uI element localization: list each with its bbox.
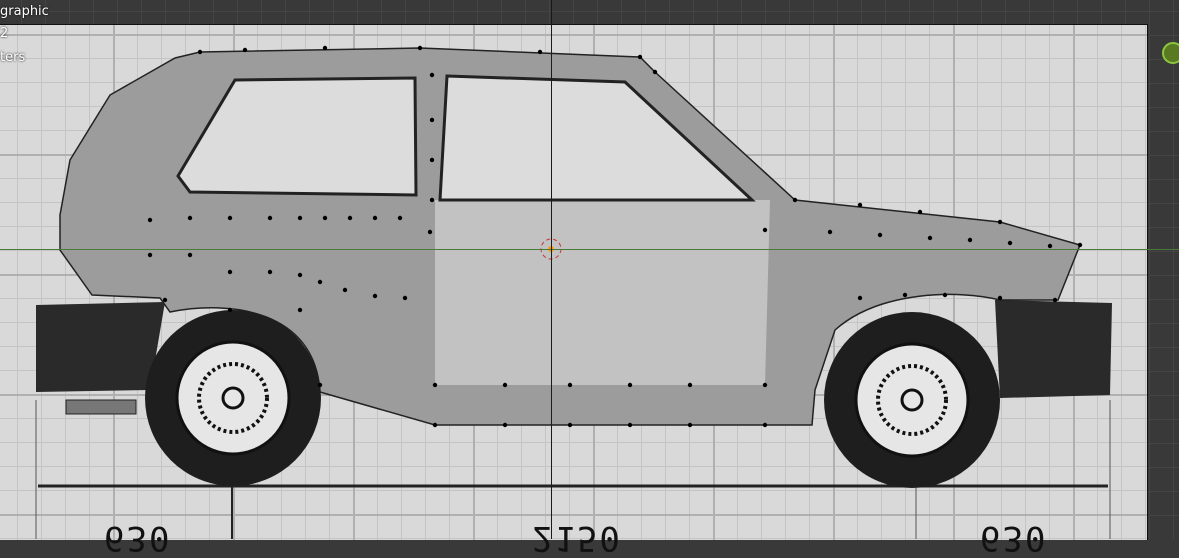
mesh-vertex [567, 382, 573, 388]
mesh-vertex [429, 197, 435, 203]
mesh-vertex [147, 252, 153, 258]
mesh-vertex [402, 295, 408, 301]
mesh-vertex [502, 422, 508, 428]
mesh-vertex [227, 215, 233, 221]
dimension-label-front: 630 [980, 518, 1048, 558]
car-scene [35, 45, 1112, 539]
mesh-vertex [317, 382, 323, 388]
door-panel [435, 200, 770, 385]
front-wheel [824, 312, 1000, 488]
collection-info: 2 [0, 26, 9, 41]
mesh-vertex [227, 307, 233, 313]
mesh-vertex [397, 215, 403, 221]
mesh-vertex [902, 292, 908, 298]
mesh-vertex [372, 293, 378, 299]
mesh-vertex [637, 54, 643, 60]
mesh-vertex [942, 292, 948, 298]
view-center-line [551, 0, 552, 539]
units-info: ters [0, 50, 26, 65]
mesh-vertex [567, 422, 573, 428]
mesh-vertex [927, 235, 933, 241]
mesh-vertex [857, 202, 863, 208]
mesh-vertex [267, 269, 273, 275]
mesh-vertex [1007, 240, 1013, 246]
rear-wheel [145, 310, 321, 486]
mesh-vertex [227, 269, 233, 275]
mesh-vertex [322, 45, 328, 51]
mesh-vertex [417, 45, 423, 51]
mesh-vertex [1052, 297, 1058, 303]
rear-bumper [36, 302, 165, 392]
mesh-vertex [997, 219, 1003, 225]
mesh-vertex [792, 197, 798, 203]
mesh-vertex [762, 422, 768, 428]
mesh-vertex [162, 297, 168, 303]
x-axis-line [0, 249, 1179, 250]
mesh-vertex [857, 295, 863, 301]
navigation-gizmo-icon[interactable] [1162, 42, 1179, 64]
mesh-vertex [432, 422, 438, 428]
mesh-vertex [297, 307, 303, 313]
dimension-label-wheelbase: 2150 [532, 518, 622, 558]
mesh-vertex [187, 252, 193, 258]
mesh-vertex [267, 215, 273, 221]
mesh-vertex [297, 272, 303, 278]
mesh-vertex [317, 279, 323, 285]
mesh-vertex [762, 382, 768, 388]
mesh-vertex [242, 47, 248, 53]
mesh-vertex [762, 227, 768, 233]
mesh-vertex [877, 232, 883, 238]
mesh-vertex [297, 215, 303, 221]
mesh-vertex [687, 382, 693, 388]
mesh-vertex [429, 157, 435, 163]
mesh-vertex [627, 422, 633, 428]
mesh-vertex [197, 49, 203, 55]
mesh-vertex [429, 117, 435, 123]
mesh-vertex [372, 215, 378, 221]
mesh-vertex [917, 209, 923, 215]
dimension-label-rear: 630 [104, 518, 172, 558]
mesh-vertex [827, 229, 833, 235]
mesh-vertex [147, 217, 153, 223]
3d-viewport[interactable]: graphic 2 ters 630 2150 630 [0, 0, 1179, 558]
mesh-vertex [652, 69, 658, 75]
mesh-vertex [627, 382, 633, 388]
mesh-vertex [429, 72, 435, 78]
mesh-vertex [347, 215, 353, 221]
mesh-vertex [322, 215, 328, 221]
mesh-vertex [187, 215, 193, 221]
mesh-vertex [342, 287, 348, 293]
front-bumper [995, 300, 1112, 398]
mesh-vertex [427, 229, 433, 235]
mesh-vertex [502, 382, 508, 388]
mesh-vertex [687, 422, 693, 428]
exhaust-pipe [65, 399, 137, 415]
mesh-vertex [537, 49, 543, 55]
mesh-vertex [1047, 243, 1053, 249]
view-name: graphic [0, 4, 49, 19]
mesh-vertex [432, 382, 438, 388]
mesh-vertex [967, 237, 973, 243]
mesh-vertex [1077, 242, 1083, 248]
mesh-vertex [997, 295, 1003, 301]
